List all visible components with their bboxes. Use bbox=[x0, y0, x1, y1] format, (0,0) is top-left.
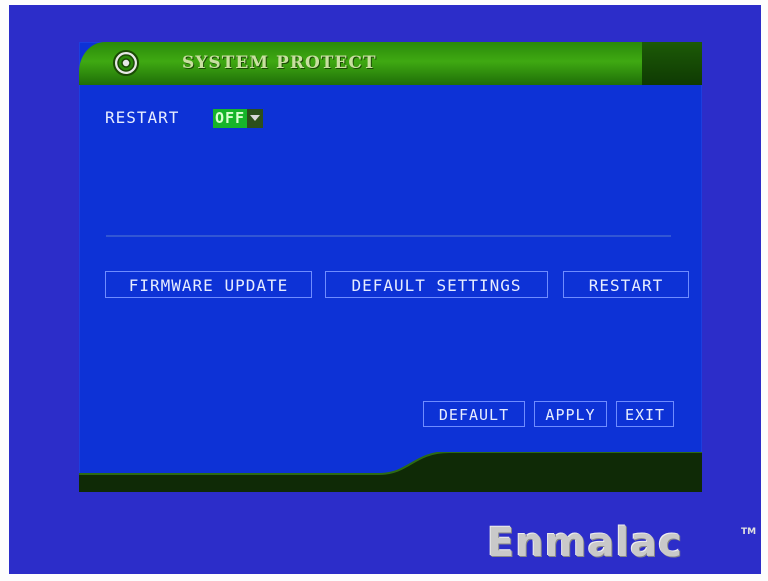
footer-bar bbox=[79, 452, 702, 492]
system-protect-window: SYSTEM PROTECT RESTART OFF FIRMWARE UPDA… bbox=[79, 42, 702, 492]
trademark-mark: TM bbox=[741, 527, 757, 537]
divider bbox=[106, 235, 671, 237]
firmware-update-button[interactable]: FIRMWARE UPDATE bbox=[105, 271, 312, 298]
default-settings-button[interactable]: DEFAULT SETTINGS bbox=[325, 271, 548, 298]
window-title: SYSTEM PROTECT bbox=[182, 53, 377, 73]
enmalac-watermark: Enmalac bbox=[487, 520, 683, 566]
chevron-down-icon[interactable] bbox=[247, 109, 264, 128]
gear-icon bbox=[113, 50, 139, 76]
title-bar: SYSTEM PROTECT bbox=[79, 42, 702, 85]
exit-button[interactable]: EXIT bbox=[616, 401, 674, 427]
default-button[interactable]: DEFAULT bbox=[423, 401, 525, 427]
apply-button[interactable]: APPLY bbox=[534, 401, 607, 427]
restart-setting-label: RESTART bbox=[105, 108, 180, 127]
restart-select[interactable]: OFF bbox=[213, 109, 264, 128]
restart-button[interactable]: RESTART bbox=[563, 271, 689, 298]
restart-select-value: OFF bbox=[213, 109, 248, 128]
